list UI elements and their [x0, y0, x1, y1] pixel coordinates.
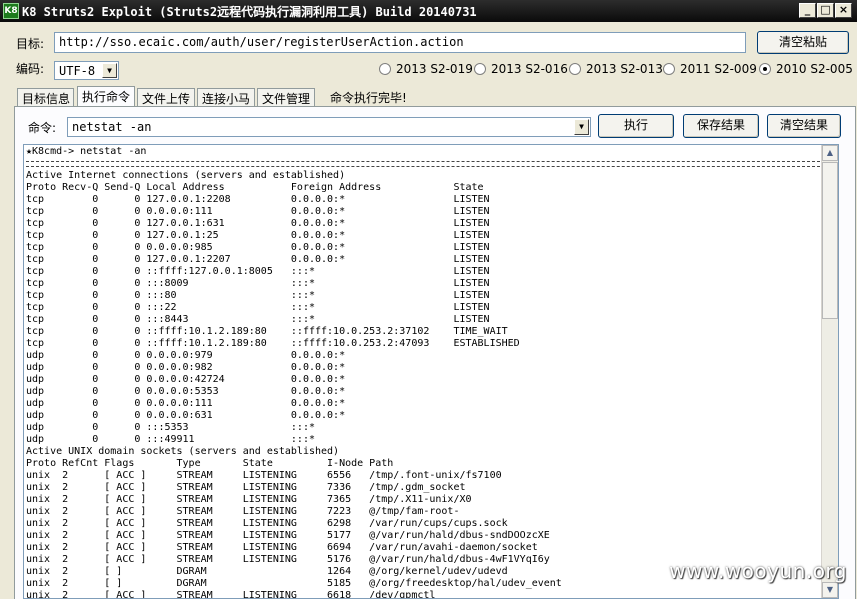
console-line: Active UNIX domain sockets (servers and …	[26, 446, 340, 457]
console-line: tcp 0 0 :::80 :::* LISTEN	[26, 290, 490, 301]
command-value: netstat -an	[72, 120, 152, 134]
exploit-radio-label: 2013 S2-013	[586, 62, 663, 76]
scrollbar-thumb[interactable]	[822, 162, 838, 319]
chevron-down-icon[interactable]: ▼	[574, 119, 589, 135]
maximize-icon[interactable]: □	[817, 3, 834, 18]
console-line: Proto RefCnt Flags Type State I-Node Pat…	[26, 458, 394, 469]
chevron-down-icon[interactable]: ▼	[102, 63, 117, 78]
console-line: udp 0 0 0.0.0.0:111 0.0.0.0:*	[26, 398, 346, 409]
console-line: tcp 0 0 127.0.0.1:2207 0.0.0.0:* LISTEN	[26, 254, 490, 265]
execute-button[interactable]: 执行	[598, 114, 674, 138]
tab-1[interactable]: 执行命令	[77, 86, 135, 108]
console-output[interactable]: ★K8cmd-> netstat -an Active Internet con…	[23, 144, 839, 599]
tab-3[interactable]: 连接小马	[197, 88, 255, 107]
encoding-select[interactable]: UTF-8 ▼	[54, 61, 119, 80]
console-separator	[26, 161, 820, 167]
tab-2[interactable]: 文件上传	[137, 88, 195, 107]
app-icon: K8	[3, 3, 19, 19]
tab-4[interactable]: 文件管理	[257, 88, 315, 107]
tab-0[interactable]: 目标信息	[17, 88, 74, 107]
vertical-scrollbar[interactable]: ▲ ▼	[821, 145, 838, 598]
console-line: unix 2 [ ACC ] STREAM LISTENING 6298 /va…	[26, 518, 508, 529]
encoding-label: 编码:	[16, 62, 45, 76]
console-line: tcp 0 0 ::ffff:10.1.2.189:80 ::ffff:10.0…	[26, 326, 508, 337]
console-line: tcp 0 0 :::8443 :::* LISTEN	[26, 314, 490, 325]
scroll-down-icon[interactable]: ▼	[822, 582, 838, 598]
exploit-radio-label: 2013 S2-019	[396, 62, 473, 76]
exploit-radio-4[interactable]: 2010 S2-005	[759, 62, 853, 76]
command-label: 命令:	[28, 121, 57, 135]
console-line: tcp 0 0 ::ffff:127.0.0.1:8005 :::* LISTE…	[26, 266, 490, 277]
exploit-radio-label: 2013 S2-016	[491, 62, 568, 76]
radio-circle-icon[interactable]	[474, 63, 486, 75]
exploit-radio-label: 2010 S2-005	[776, 62, 853, 76]
exploit-radio-1[interactable]: 2013 S2-016	[474, 62, 568, 76]
console-line: unix 2 [ ACC ] STREAM LISTENING 7336 /tm…	[26, 482, 466, 493]
console-line: udp 0 0 0.0.0.0:631 0.0.0.0:*	[26, 410, 346, 421]
console-line: unix 2 [ ACC ] STREAM LISTENING 6618 /de…	[26, 590, 436, 599]
console-line: udp 0 0 0.0.0.0:5353 0.0.0.0:*	[26, 386, 346, 397]
command-input[interactable]: netstat -an ▼	[67, 117, 591, 137]
console-line: unix 2 [ ACC ] STREAM LISTENING 7365 /tm…	[26, 494, 472, 505]
exploit-radio-3[interactable]: 2011 S2-009	[663, 62, 757, 76]
minimize-icon[interactable]: _	[799, 3, 816, 18]
console-line: tcp 0 0 :::22 :::* LISTEN	[26, 302, 490, 313]
console-line: unix 2 [ ACC ] STREAM LISTENING 6694 /va…	[26, 542, 538, 553]
exploit-radio-0[interactable]: 2013 S2-019	[379, 62, 473, 76]
target-url-input[interactable]: http://sso.ecaic.com/auth/user/registerU…	[54, 32, 746, 53]
clear-paste-button[interactable]: 清空粘贴	[757, 31, 849, 54]
console-prompt: ★K8cmd-> netstat -an	[26, 146, 147, 157]
console-line: tcp 0 0 127.0.0.1:25 0.0.0.0:* LISTEN	[26, 230, 490, 241]
target-label: 目标:	[16, 37, 45, 51]
console-line: tcp 0 0 127.0.0.1:631 0.0.0.0:* LISTEN	[26, 218, 490, 229]
exploit-radio-2[interactable]: 2013 S2-013	[569, 62, 663, 76]
encoding-value: UTF-8	[59, 64, 96, 78]
console-line: tcp 0 0 0.0.0.0:985 0.0.0.0:* LISTEN	[26, 242, 490, 253]
execution-status: 命令执行完毕!	[330, 91, 407, 105]
radio-circle-icon[interactable]	[759, 63, 771, 75]
console-line: tcp 0 0 :::8009 :::* LISTEN	[26, 278, 490, 289]
close-icon[interactable]: ×	[835, 3, 852, 18]
radio-circle-icon[interactable]	[379, 63, 391, 75]
console-line: unix 2 [ ACC ] STREAM LISTENING 5177 @/v…	[26, 530, 550, 541]
exploit-radio-label: 2011 S2-009	[680, 62, 757, 76]
console-line: unix 2 [ ACC ] STREAM LISTENING 6556 /tm…	[26, 470, 502, 481]
console-line: udp 0 0 :::49911 :::*	[26, 434, 315, 445]
scroll-up-icon[interactable]: ▲	[822, 145, 838, 161]
clear-results-button[interactable]: 清空结果	[767, 114, 841, 138]
console-line: udp 0 0 :::5353 :::*	[26, 422, 315, 433]
watermark: www.wooyun.org	[669, 559, 847, 583]
radio-circle-icon[interactable]	[663, 63, 675, 75]
window-title: K8 Struts2 Exploit (Struts2远程代码执行漏洞利用工具)…	[22, 5, 477, 19]
console-line: tcp 0 0 0.0.0.0:111 0.0.0.0:* LISTEN	[26, 206, 490, 217]
console-line: tcp 0 0 ::ffff:10.1.2.189:80 ::ffff:10.0…	[26, 338, 520, 349]
console-line: Active Internet connections (servers and…	[26, 170, 346, 181]
console-line: tcp 0 0 127.0.0.1:2208 0.0.0.0:* LISTEN	[26, 194, 490, 205]
title-bar: K8 K8 Struts2 Exploit (Struts2远程代码执行漏洞利用…	[0, 0, 857, 22]
console-line: udp 0 0 0.0.0.0:979 0.0.0.0:*	[26, 350, 346, 361]
console-line: Proto Recv-Q Send-Q Local Address Foreig…	[26, 182, 484, 193]
console-line: udp 0 0 0.0.0.0:42724 0.0.0.0:*	[26, 374, 346, 385]
save-results-button[interactable]: 保存结果	[683, 114, 759, 138]
radio-circle-icon[interactable]	[569, 63, 581, 75]
console-line: udp 0 0 0.0.0.0:982 0.0.0.0:*	[26, 362, 346, 373]
console-line: unix 2 [ ACC ] STREAM LISTENING 7223 @/t…	[26, 506, 460, 517]
